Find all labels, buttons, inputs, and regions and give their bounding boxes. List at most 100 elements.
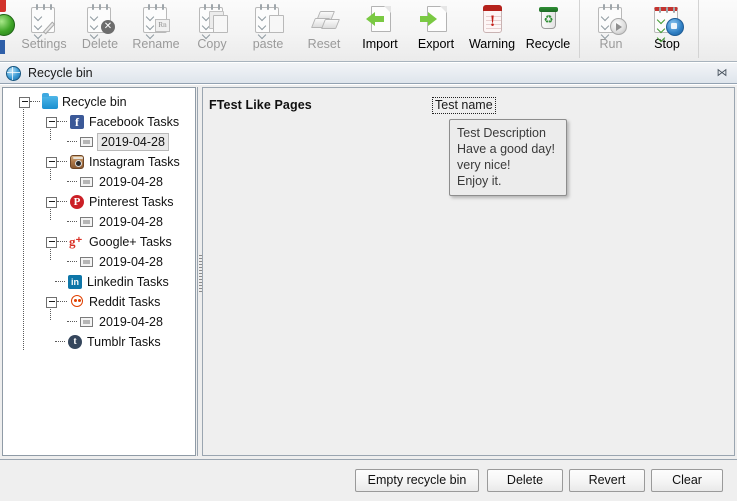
tree-node-label: Tumblr Tasks <box>87 335 161 349</box>
date-item-icon <box>79 314 95 330</box>
window-title-text: Recycle bin <box>28 66 93 80</box>
toolbar-button-stop[interactable]: Stop <box>639 0 695 58</box>
tree-node-instagram-tasks[interactable]: Instagram Tasks <box>3 152 195 172</box>
googleplus-icon: g⁺ <box>69 234 83 249</box>
description-line: very nice! <box>457 158 511 172</box>
close-icon[interactable]: ⋈ <box>715 66 729 80</box>
expander-none-icon <box>46 278 55 287</box>
expander-minus-icon[interactable] <box>46 296 57 308</box>
blue-marker-icon <box>0 40 5 54</box>
toolbar-button-export[interactable]: Export <box>408 0 464 58</box>
tree-node-linkedin-tasks[interactable]: in Linkedin Tasks <box>3 272 195 292</box>
red-marker-icon <box>0 0 6 12</box>
tree-connector <box>67 261 77 263</box>
delete-button[interactable]: Delete <box>487 469 563 492</box>
tree-node-label: 2019-04-28 <box>99 315 163 329</box>
import-arrow-icon <box>364 3 396 35</box>
note-paste-icon <box>252 3 284 40</box>
tree-node-label: 2019-04-28 <box>99 255 163 269</box>
note-pencil-icon <box>28 3 60 40</box>
toolbar-button-paste[interactable]: paste <box>240 0 296 58</box>
expander-minus-icon[interactable] <box>46 196 57 208</box>
tree-node-googleplus-tasks[interactable]: g⁺ Google+ Tasks <box>3 232 195 252</box>
tree-connector <box>67 141 77 143</box>
tree-connector <box>57 161 67 163</box>
description-tooltip: Test Description Have a good day! very n… <box>449 119 567 196</box>
toolbar-button-reset[interactable]: Reset <box>296 0 352 58</box>
clipped-left-icons <box>0 0 16 58</box>
globe-icon <box>6 65 21 81</box>
tree-node-label: Pinterest Tasks <box>89 195 174 209</box>
toolbar-group-edit: Settings ✕ Delete Rn Rename Copy paste R… <box>16 0 576 60</box>
tree-node-label: 2019-04-28 <box>99 215 163 229</box>
toolbar-button-delete[interactable]: ✕ Delete <box>72 0 128 58</box>
warning-note-icon: ! <box>476 3 508 35</box>
tree-connector <box>67 321 77 323</box>
toolbar-button-warning[interactable]: ! Warning <box>464 0 520 58</box>
note-run-icon <box>595 3 627 40</box>
green-circle-icon <box>0 14 15 36</box>
tree-node-label: Linkedin Tasks <box>87 275 169 289</box>
tree-connector <box>67 221 77 223</box>
date-item-icon <box>79 254 95 270</box>
splitter-grip[interactable] <box>199 255 202 293</box>
tree-node-label: Facebook Tasks <box>89 115 180 129</box>
folder-icon <box>42 93 58 110</box>
toolbar-label-import: Import <box>362 37 398 51</box>
description-line: Test Description <box>457 126 546 140</box>
toolbar-button-copy[interactable]: Copy <box>184 0 240 58</box>
note-stop-icon <box>651 3 684 43</box>
export-arrow-icon <box>420 3 452 35</box>
description-line: Enjoy it. <box>457 174 502 188</box>
task-tree-panel[interactable]: Recycle bin f Facebook Tasks 2019-04-28 … <box>2 87 196 456</box>
expander-none-icon <box>58 178 67 187</box>
tree-node-facebook-tasks[interactable]: f Facebook Tasks <box>3 112 195 132</box>
date-item-icon <box>79 174 95 190</box>
revert-button[interactable]: Revert <box>569 469 645 492</box>
expander-minus-icon[interactable] <box>46 156 57 168</box>
pinterest-icon: P <box>69 194 85 210</box>
expander-minus-icon[interactable] <box>46 236 57 248</box>
tree-node-label: 2019-04-28 <box>97 133 169 151</box>
toolbar-button-settings[interactable]: Settings <box>16 0 72 58</box>
tree-connector <box>30 101 40 103</box>
expander-minus-icon[interactable] <box>46 116 57 128</box>
tree-node-pinterest-date[interactable]: 2019-04-28 <box>3 212 195 232</box>
tree-node-reddit-tasks[interactable]: Reddit Tasks <box>3 292 195 312</box>
tree-connector <box>55 281 65 283</box>
tree-connector <box>67 181 77 183</box>
pages-title: FTest Like Pages <box>209 98 312 112</box>
toolbar-group-run: Run Stop <box>583 0 695 60</box>
tree-node-pinterest-tasks[interactable]: P Pinterest Tasks <box>3 192 195 212</box>
toolbar-button-recycle[interactable]: ♻ Recycle <box>520 0 576 58</box>
empty-recycle-bin-button[interactable]: Empty recycle bin <box>355 469 479 492</box>
reddit-icon <box>69 294 85 310</box>
tree-node-instagram-date[interactable]: 2019-04-28 <box>3 172 195 192</box>
tree-node-recycle-bin[interactable]: Recycle bin <box>3 92 195 112</box>
recycle-bin-icon: ♻ <box>532 3 564 35</box>
toolbar-button-run[interactable]: Run <box>583 0 639 58</box>
tree-connector <box>57 121 67 123</box>
tumblr-icon: t <box>67 334 83 350</box>
clear-button[interactable]: Clear <box>651 469 723 492</box>
toolbar-label-paste: paste <box>252 37 284 51</box>
tree-node-facebook-date[interactable]: 2019-04-28 <box>3 132 195 152</box>
toolbar-label-delete: Delete <box>81 37 119 51</box>
toolbar-button-rename[interactable]: Rn Rename <box>128 0 184 58</box>
tree-node-googleplus-date[interactable]: 2019-04-28 <box>3 252 195 272</box>
tree-node-tumblr-tasks[interactable]: t Tumblr Tasks <box>3 332 195 352</box>
expander-none-icon <box>58 138 67 147</box>
toolbar-label-recycle: Recycle <box>525 37 571 51</box>
test-name-label[interactable]: Test name <box>432 97 496 114</box>
description-line: Have a good day! <box>457 142 555 156</box>
tree-node-reddit-date[interactable]: 2019-04-28 <box>3 312 195 332</box>
date-item-icon <box>79 214 95 230</box>
toolbar-button-import[interactable]: Import <box>352 0 408 58</box>
tree-node-label: Instagram Tasks <box>89 155 180 169</box>
expander-minus-icon[interactable] <box>19 96 30 108</box>
toolbar-label-rename: Rename <box>132 37 180 51</box>
note-copy-icon <box>196 3 228 40</box>
tree-node-label: Reddit Tasks <box>89 295 161 309</box>
tree-node-label: 2019-04-28 <box>99 175 163 189</box>
expander-none-icon <box>46 338 55 347</box>
